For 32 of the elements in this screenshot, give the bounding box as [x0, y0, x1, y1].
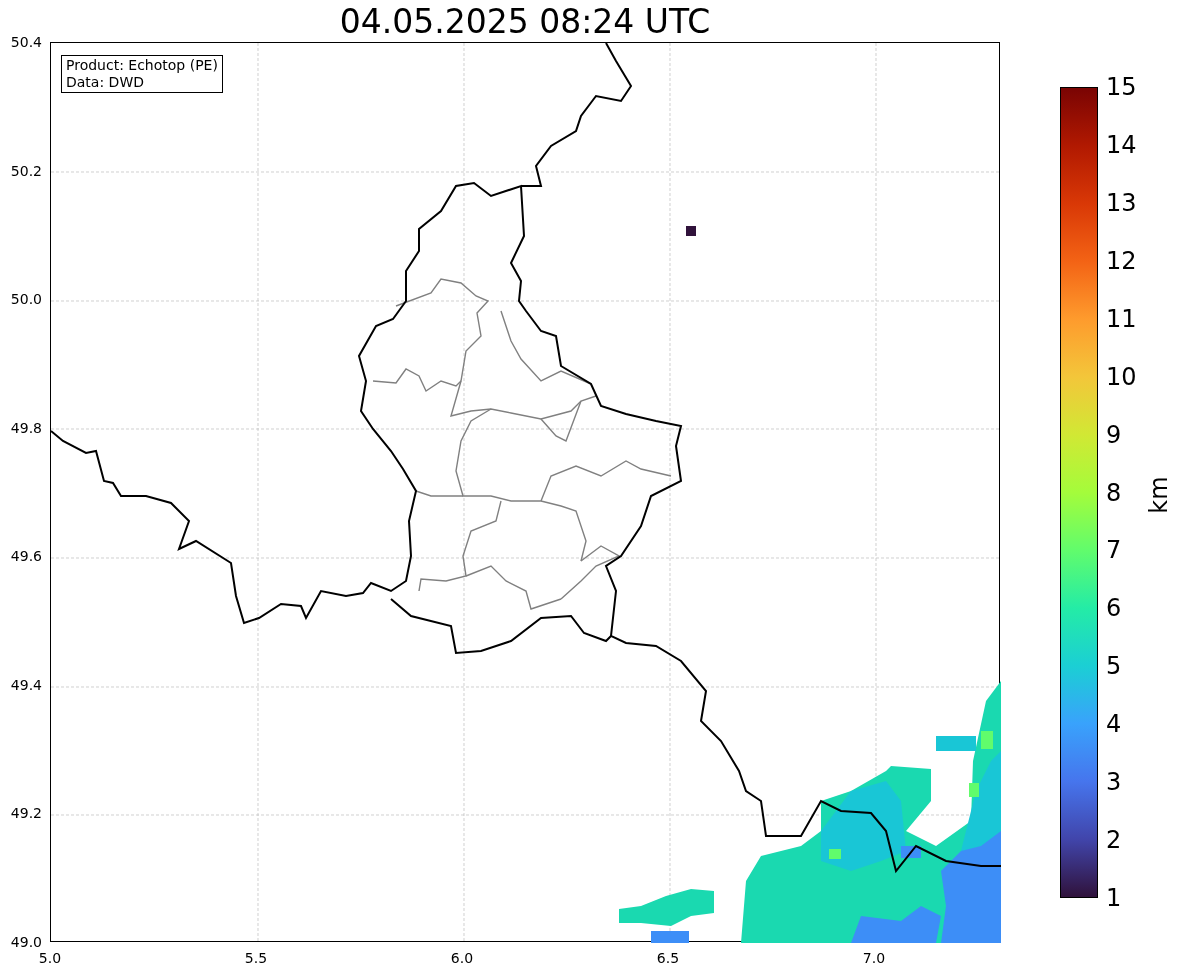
colorbar-tick-label: 5	[1106, 653, 1123, 680]
axis-tick-label: 49.4	[9, 676, 42, 693]
colorbar-tick-label: 6	[1106, 595, 1123, 622]
colorbar-tick-label: 14	[1106, 131, 1138, 158]
colorbar-tick-label: 11	[1106, 305, 1138, 332]
colorbar-tick-label: 7	[1106, 537, 1123, 564]
colorbar-tick-label: 1	[1106, 885, 1123, 911]
colorbar-tick-label: 9	[1106, 421, 1123, 448]
chart-title: 04.05.2025 08:24 UTC	[338, 2, 712, 42]
colorbar-label: km	[1146, 476, 1172, 514]
axis-tick-label: 5.0	[37, 950, 63, 966]
legend-text: Data: DWD	[66, 74, 145, 91]
axis-tick-label: 5.5	[243, 950, 269, 966]
colorbar-tick-label: 4	[1106, 711, 1123, 738]
colorbar-tick-label: 8	[1106, 479, 1123, 506]
legend-text: Product: Echotop (PE)	[66, 57, 218, 74]
axis-tick-label: 50.4	[9, 34, 42, 50]
colorbar-tick-label: 10	[1106, 363, 1138, 390]
axis-tick-label: 6.0	[449, 950, 475, 966]
colorbar-tick-label: 15	[1106, 74, 1138, 100]
colorbar-tick-label: 13	[1106, 189, 1138, 216]
axis-tick-label: 7.0	[861, 950, 887, 966]
axis-tick-label: 50.2	[9, 162, 42, 179]
axis-tick-label: 6.5	[655, 950, 681, 966]
axis-tick-label: 49.8	[9, 419, 42, 436]
colorbar-tick-label: 3	[1106, 769, 1123, 796]
axis-tick-label: 49.2	[9, 805, 42, 822]
axis-tick-label: 49.0	[9, 934, 42, 950]
colorbar-tick-label: 12	[1106, 247, 1138, 274]
axis-tick-label: 49.6	[9, 548, 42, 565]
colorbar-tick-label: 2	[1106, 827, 1123, 854]
axis-tick-label: 50.0	[9, 291, 42, 308]
